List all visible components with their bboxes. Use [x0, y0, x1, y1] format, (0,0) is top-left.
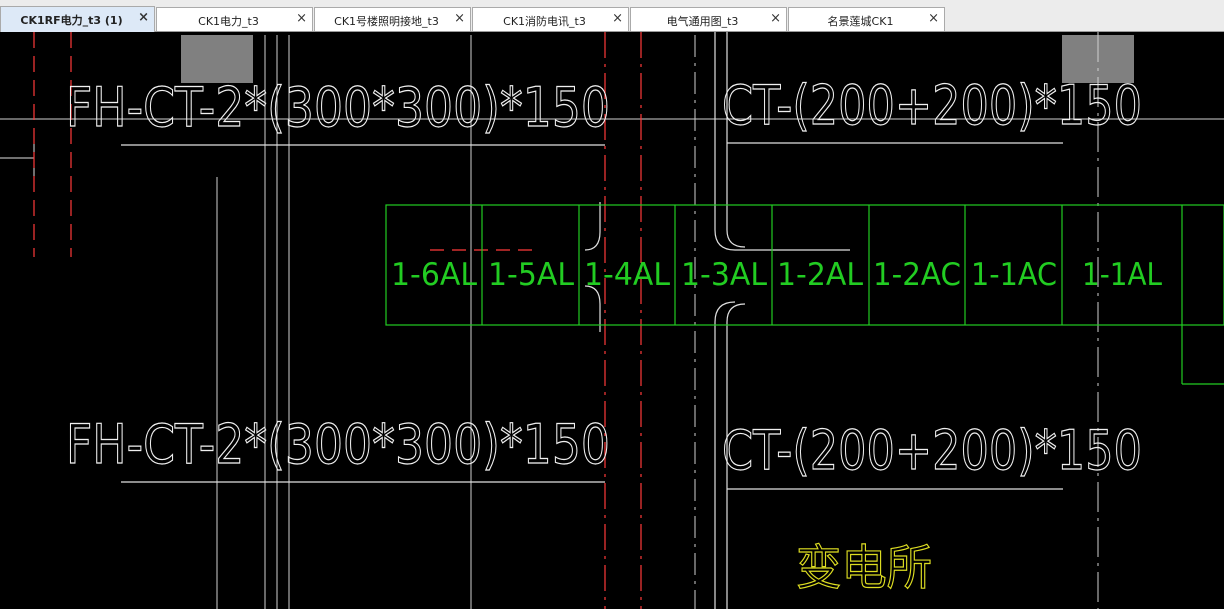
cable-tray-annotation: CT-(200+200)*150 [722, 74, 1142, 137]
panel-label: 1-2AL [777, 257, 864, 293]
conduit-line [726, 32, 746, 248]
close-icon[interactable]: × [296, 11, 307, 26]
drawing-svg: 1-6AL 1-5AL 1-4AL 1-3AL 1-2AL 1-2AC 1-1A… [0, 32, 1224, 609]
tab-label: 名景莲城CK1 [827, 15, 894, 28]
close-icon[interactable]: × [454, 11, 465, 26]
panel-label: 1-3AL [681, 257, 768, 293]
cad-drawing-canvas[interactable]: 1-6AL 1-5AL 1-4AL 1-3AL 1-2AL 1-2AC 1-1A… [0, 32, 1224, 609]
panel-label: 1-5AL [488, 257, 575, 293]
tab-label: 电气通用图_t3 [666, 15, 739, 28]
tab-ck1rf-power[interactable]: CK1RF电力_t3 (1) × [0, 6, 155, 32]
panel-label: 1-2AC [873, 257, 961, 293]
tab-electrical-general[interactable]: 电气通用图_t3 × [630, 7, 787, 31]
tab-ck1-fire-telecom[interactable]: CK1消防电讯_t3 × [472, 7, 629, 31]
panel-label: 1-6AL [391, 257, 478, 293]
tab-ck1-lighting-grounding[interactable]: CK1号楼照明接地_t3 × [314, 7, 471, 31]
cable-tray-annotation: FH-CT-2*(300*300)*150 [66, 413, 610, 476]
conduit-line [714, 32, 850, 251]
tab-label: CK1电力_t3 [198, 15, 259, 28]
conduit-line [584, 202, 601, 251]
tab-label: CK1RF电力_t3 (1) [20, 14, 123, 27]
cable-tray-annotation: FH-CT-2*(300*300)*150 [66, 76, 610, 139]
document-tab-bar: CK1RF电力_t3 (1) × CK1电力_t3 × CK1号楼照明接地_t3… [0, 0, 1224, 32]
tab-label: CK1消防电讯_t3 [503, 15, 586, 28]
panel-label: 1-1AL [1082, 257, 1163, 293]
close-icon[interactable]: × [770, 11, 781, 26]
tab-mingjing-liancheng[interactable]: 名景莲城CK1 × [788, 7, 945, 31]
close-icon[interactable]: × [612, 11, 623, 26]
panel-label: 1-4AL [584, 257, 671, 293]
close-icon[interactable]: × [928, 11, 939, 26]
cable-tray-annotation: CT-(200+200)*150 [722, 419, 1142, 482]
close-icon[interactable]: × [138, 10, 149, 25]
room-label: 变电所 [796, 540, 932, 596]
tab-ck1-power[interactable]: CK1电力_t3 × [156, 7, 313, 31]
panel-label: 1-1AC [971, 257, 1057, 293]
tab-label: CK1号楼照明接地_t3 [334, 15, 439, 28]
